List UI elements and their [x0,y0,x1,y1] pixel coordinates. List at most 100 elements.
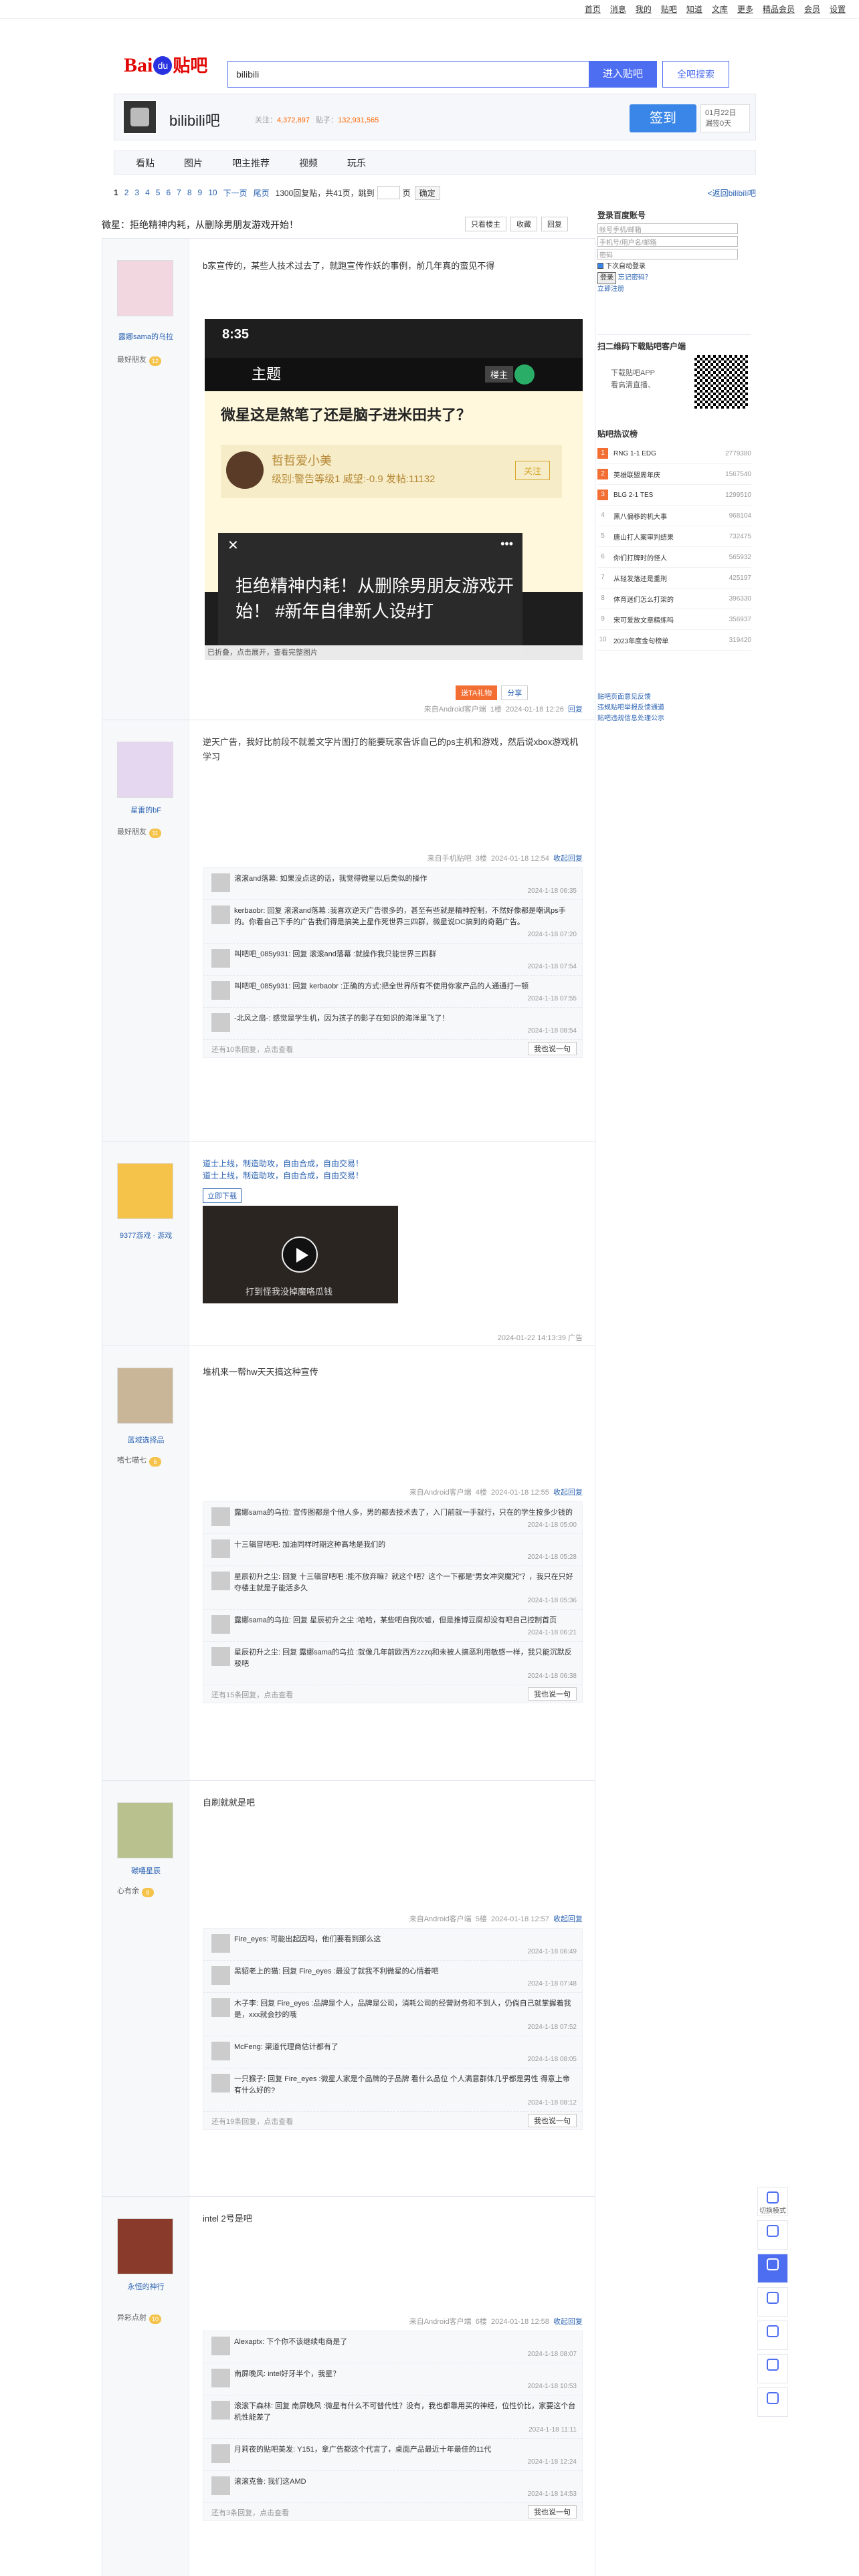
avatar[interactable] [117,260,173,316]
expand-image-link[interactable]: 已折叠，点击展开，查看完整图片 [205,645,583,660]
download-button[interactable]: 立即下载 [203,1188,242,1203]
last-page-link[interactable]: 尾页 [254,187,270,199]
post-username[interactable]: 星雷的bF [102,804,189,815]
avatar[interactable] [117,2218,173,2274]
password-field[interactable]: 密码 [597,249,738,259]
reply-link[interactable]: 收起回复 [553,2318,583,2326]
post-username[interactable]: 永恒的神行 [102,2281,189,2292]
feedback-link[interactable]: 贴吧页面意见反馈 [597,692,751,703]
tieba-logo[interactable]: Bai du 贴吧 [124,52,217,86]
ad-video[interactable]: 打到怪我没掉魔咯瓜钱 [203,1206,398,1303]
register-link[interactable]: 立即注册 [597,284,751,295]
page-jump-button[interactable]: 确定 [414,185,440,200]
say-something-button[interactable]: 我也说一句 [528,2114,577,2127]
ad-title[interactable]: 道士上线，制造助攻，自由合成，自由交易！ [203,1158,581,1170]
page-link[interactable]: 10 [208,188,217,197]
client-button[interactable] [757,2220,788,2250]
page-link[interactable]: 1 [114,188,118,197]
hot-topic-item[interactable]: 7 从轻发落还是重刑 425197 [597,568,751,588]
search-input[interactable]: bilibili [227,61,589,88]
avatar[interactable] [117,1163,173,1219]
gift-float-button[interactable] [757,2287,788,2317]
more-replies-link[interactable]: 还有19条回复，点击查看 [211,2118,293,2126]
play-icon[interactable] [282,1237,318,1273]
reply-link[interactable]: 回复 [568,706,583,714]
topbar-mine[interactable]: 我的 [636,3,652,15]
page-link[interactable]: 7 [177,188,181,197]
forum-avatar[interactable] [122,100,157,134]
post-username[interactable]: 蓝域选择品 [102,1434,189,1445]
violation-link[interactable]: 贴吧违规信息处理公示 [597,714,751,724]
remember-checkbox[interactable] [597,263,603,269]
global-search-button[interactable]: 全吧搜索 [662,61,729,88]
page-jump-input[interactable] [377,186,400,199]
service-float-button[interactable] [757,2321,788,2350]
say-something-button[interactable]: 我也说一句 [528,1042,577,1055]
post-username[interactable]: 露娜sama的乌拉 [102,331,189,342]
topbar-settings[interactable]: 设置 [830,3,846,15]
more-replies-link[interactable]: 还有10条回复，点击查看 [211,1046,293,1054]
say-something-button[interactable]: 我也说一句 [528,1687,577,1701]
login-button[interactable]: 登录 [597,272,616,284]
reply-link[interactable]: 收起回复 [553,855,583,863]
hot-topic-item[interactable]: 6 你们打牌时的怪人 565932 [597,547,751,568]
favorite-button[interactable]: 收藏 [510,217,537,231]
topbar-vip[interactable]: 精品会员 [763,3,795,15]
share-button[interactable]: 分享 [501,685,529,700]
topbar-member[interactable]: 会员 [804,3,820,15]
avatar[interactable] [117,1802,173,1858]
hot-topic-item[interactable]: 3 BLG 2-1 TES 1299510 [597,485,751,506]
hot-topic-item[interactable]: 2 英雄联盟周年庆 1567540 [597,464,751,485]
page-link[interactable]: 9 [198,188,203,197]
more-replies-link[interactable]: 还有3条回复，点击查看 [211,2509,289,2517]
more-replies-link[interactable]: 还有15条回复，点击查看 [211,1691,293,1699]
say-something-button[interactable]: 我也说一句 [528,2505,577,2518]
avatar[interactable] [117,742,173,798]
tab-video[interactable]: 视频 [284,151,332,174]
tab-recommend[interactable]: 吧主推荐 [217,151,284,174]
tab-pictures[interactable]: 图片 [169,151,217,174]
tab-play[interactable]: 玩乐 [332,151,381,174]
report-float-button[interactable] [757,2387,788,2417]
page-link[interactable]: 2 [124,188,129,197]
hot-topic-item[interactable]: 9 宋可爱放文章精练吗 356937 [597,609,751,630]
hot-topic-item[interactable]: 1 RNG 1-1 EDG 2779380 [597,443,751,464]
sign-in-button[interactable]: 签到 [630,104,696,132]
phone-field[interactable]: 手机号/用户名/邮箱 [597,236,738,247]
forum-name[interactable]: bilibili吧 [169,109,220,130]
page-link[interactable]: 8 [187,188,192,197]
ad-username[interactable]: 9377游戏 · 游戏 [102,1230,189,1241]
post-screenshot-image[interactable]: 8:35 主题 楼主 微星这是煞笔了还是脑子进米田共了？ 哲哲爱小美 级别:警告… [205,319,583,660]
only-op-button[interactable]: 只看楼主 [465,217,506,231]
avatar[interactable] [117,1368,173,1424]
forgot-password-link[interactable]: 忘记密码？ [618,274,652,282]
hot-topic-item[interactable]: 10 2023年度金句榜单 319420 [597,630,751,651]
topbar-more[interactable]: 更多 [737,3,753,15]
gift-button[interactable]: 送TA礼物 [456,685,498,700]
share-float-button[interactable] [757,2354,788,2383]
enter-forum-button[interactable]: 进入贴吧 [589,61,657,88]
hot-topic-item[interactable]: 8 体育迷们怎么打架的 396330 [597,588,751,609]
page-link[interactable]: 3 [134,188,139,197]
hot-topic-item[interactable]: 4 黑八偏移的机大事 968104 [597,506,751,526]
reply-float-button[interactable] [757,2254,788,2283]
reply-button[interactable]: 回复 [541,217,568,231]
tab-posts[interactable]: 看贴 [121,151,169,174]
next-page-link[interactable]: 下一页 [223,187,248,199]
topbar-tieba[interactable]: 贴吧 [661,3,677,15]
topbar-messages[interactable]: 消息 [610,3,626,15]
username-field[interactable]: 帐号手机/邮箱 [597,223,738,234]
reply-link[interactable]: 收起回复 [553,1915,583,1923]
back-to-forum-link[interactable]: <返回bilibili吧 [708,187,756,199]
topbar-wenku[interactable]: 文库 [712,3,728,15]
switch-mode-button[interactable]: 切换模式 [757,2187,788,2216]
page-link[interactable]: 5 [156,188,161,197]
page-link[interactable]: 4 [145,188,150,197]
topbar-zhidao[interactable]: 知道 [686,3,702,15]
report-link[interactable]: 违规贴吧举报反馈通道 [597,703,751,714]
ad-subtitle[interactable]: 道士上线，制造助攻，自由合成，自由交易！ [203,1170,581,1182]
reply-link[interactable]: 收起回复 [553,1489,583,1497]
hot-topic-item[interactable]: 5 唐山打人案审判结果 732475 [597,526,751,547]
page-link[interactable]: 6 [166,188,171,197]
post-username[interactable]: 碳嘻星辰 [102,1865,189,1876]
